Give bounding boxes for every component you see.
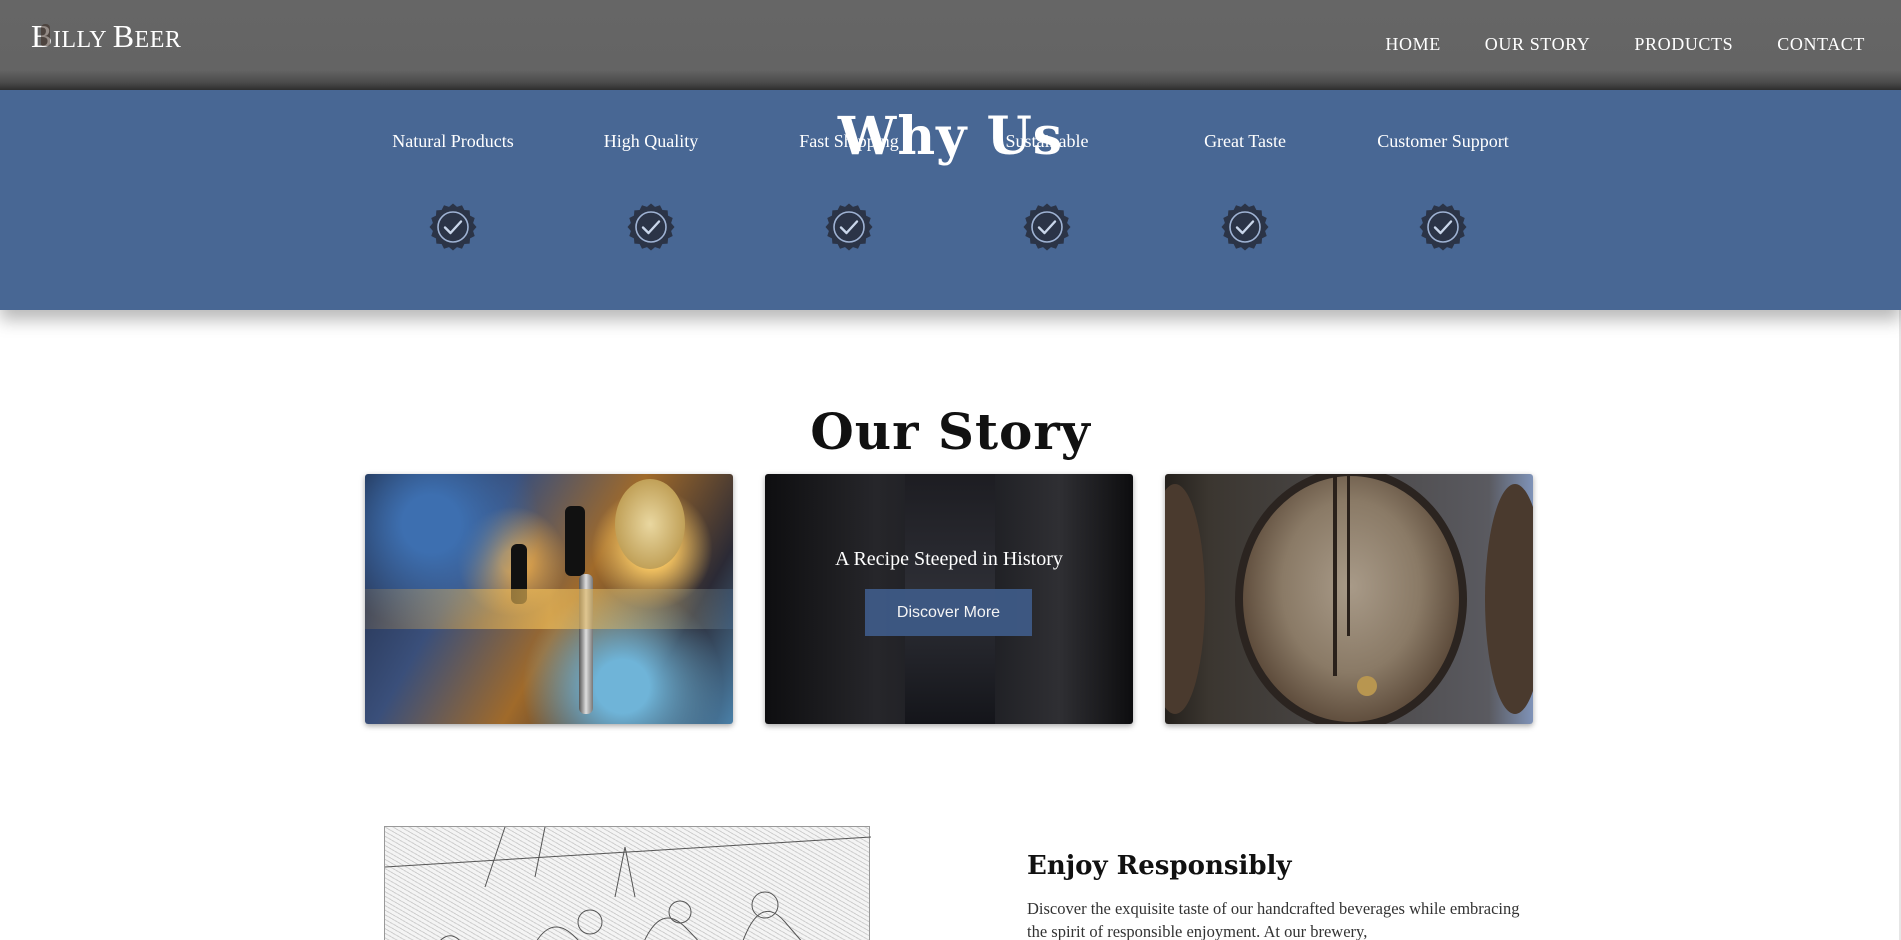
check-badge-icon xyxy=(825,203,873,251)
bottle-logo-icon xyxy=(41,24,50,46)
check-badge-icon xyxy=(627,203,675,251)
beer-taps-image xyxy=(365,474,733,724)
card-caption: A Recipe Steeped in History xyxy=(835,548,1063,570)
brewery-tanks-card: A Recipe Steeped in History Discover Mor… xyxy=(765,474,1133,724)
barrel-stain xyxy=(1333,476,1337,676)
tavern-engraving-image xyxy=(384,826,872,940)
why-us-section: Why Us Natural Products High Quality Fast … xyxy=(0,90,1901,310)
check-badge-icon xyxy=(1221,203,1269,251)
check-badge-icon xyxy=(1419,203,1467,251)
feature-item: Sustainable xyxy=(947,131,1147,303)
feature-label: Natural Products xyxy=(392,131,514,151)
main-nav: HOME OUR STORY PRODUCTS CONTACT xyxy=(1385,34,1865,55)
enjoy-responsibly-title: Enjoy Responsibly xyxy=(1027,851,1292,881)
feature-item: Great Taste xyxy=(1145,131,1345,303)
discover-more-button[interactable]: Discover More xyxy=(865,589,1032,636)
feature-item: High Quality xyxy=(551,131,751,303)
feature-label: Customer Support xyxy=(1377,131,1509,151)
feature-label: High Quality xyxy=(603,131,699,151)
logo-text-second: EER xyxy=(134,27,182,53)
barrel-side xyxy=(1165,484,1205,714)
nav-contact[interactable]: CONTACT xyxy=(1777,34,1865,55)
nav-our-story[interactable]: OUR STORY xyxy=(1485,34,1591,55)
feature-label: Great Taste xyxy=(1204,131,1286,151)
site-header: BILLY BEER HOME OUR STORY PRODUCTS CONTA… xyxy=(0,0,1901,90)
feature-label: Fast Shipping xyxy=(799,131,899,151)
nav-home[interactable]: HOME xyxy=(1385,34,1440,55)
feature-item: Natural Products xyxy=(353,131,553,303)
nav-products[interactable]: PRODUCTS xyxy=(1634,34,1733,55)
engraving-sketch xyxy=(384,826,872,940)
tap-handle xyxy=(565,506,585,576)
feature-label: Sustainable xyxy=(1005,131,1089,151)
billy-beer-logo[interactable]: BILLY BEER xyxy=(31,18,181,55)
barrel-stain xyxy=(1347,476,1350,636)
logo-letter-b2: B xyxy=(112,18,135,54)
our-story-title: Our Story xyxy=(810,402,1091,461)
barrel-bung xyxy=(1357,676,1377,696)
oak-barrel-image xyxy=(1165,474,1533,724)
check-badge-icon xyxy=(429,203,477,251)
check-badge-icon xyxy=(1023,203,1071,251)
feature-item: Fast Shipping xyxy=(749,131,949,303)
barrel-head xyxy=(1235,474,1467,724)
enjoy-responsibly-text: Discover the exquisite taste of our hand… xyxy=(1027,899,1520,940)
tap-medallion xyxy=(615,479,685,569)
barrel-side xyxy=(1485,484,1533,714)
logo-text-first: ILLY xyxy=(52,27,113,53)
feature-list: Natural Products High Quality Fast Shippin… xyxy=(353,131,1553,303)
tap-bar-rail xyxy=(365,589,733,629)
feature-item: Customer Support xyxy=(1343,131,1543,303)
